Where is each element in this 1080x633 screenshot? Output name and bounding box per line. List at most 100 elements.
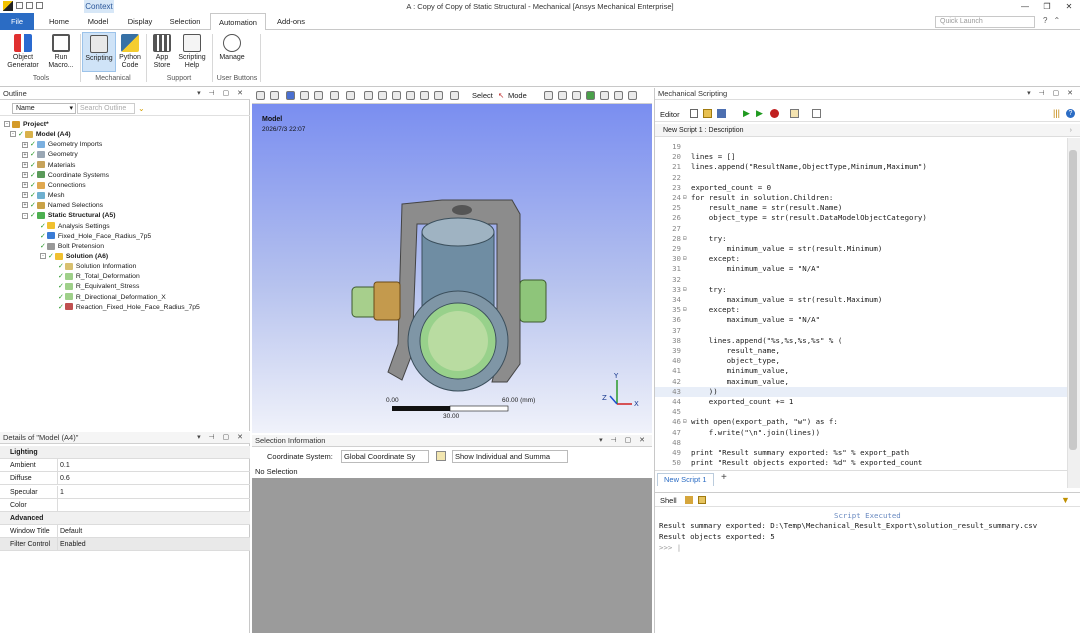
code-line[interactable]: 28 ⊟ try: — [655, 234, 1067, 244]
breakpoint-icon[interactable] — [770, 109, 779, 118]
tab-display[interactable]: Display — [120, 13, 160, 30]
code-line[interactable]: 31 minimum_value = "N/A" — [655, 264, 1067, 274]
tree-item[interactable]: ✓ R_Directional_Deformation_X — [58, 293, 166, 303]
code-line[interactable]: 29 minimum_value = str(result.Minimum) — [655, 244, 1067, 254]
quick-access-toolbar[interactable] — [16, 2, 56, 11]
outline-search-input[interactable]: Search Outline — [77, 103, 135, 114]
tab-home[interactable]: Home — [40, 13, 78, 30]
code-line[interactable]: 46 ⊟ with open(export_path, "w") as f: — [655, 417, 1067, 427]
expander-icon[interactable]: + — [22, 202, 28, 209]
details-value[interactable]: 0.6 — [60, 472, 70, 485]
tab-add-ons[interactable]: Add-ons — [270, 13, 312, 30]
clear-shell-icon[interactable] — [685, 496, 693, 504]
panel-controls[interactable]: ▾ ⊣ ▢ ✕ — [1027, 88, 1076, 100]
graphics-viewport[interactable]: Y X Z — [252, 104, 652, 433]
details-row[interactable]: Diffuse 0.6 — [0, 472, 250, 486]
pan-icon[interactable] — [378, 91, 387, 100]
tab-file[interactable]: File — [0, 13, 34, 30]
expander-icon[interactable]: - — [10, 131, 16, 138]
close-icon[interactable]: ✕ — [1058, 0, 1080, 13]
tab-new-script-1[interactable]: New Script 1 — [657, 473, 714, 486]
coordinate-system-select[interactable]: Global Coordinate Sy — [341, 450, 429, 463]
run-script-icon[interactable]: ▶ — [743, 108, 750, 119]
fold-marker-icon[interactable]: ⊟ — [683, 193, 689, 203]
edges-icon[interactable] — [314, 91, 323, 100]
tree-item[interactable]: + ✓ Mesh — [22, 191, 65, 201]
code-editor[interactable]: 19 20 lines = [] 21 lines.append("ResultName… — [655, 138, 1067, 488]
collapse-ribbon-icon[interactable]: ⌃ — [1053, 16, 1060, 25]
magnifier-icon[interactable] — [434, 91, 443, 100]
manage-button[interactable]: Manage — [216, 34, 248, 62]
tab-selection[interactable]: Selection — [163, 13, 207, 30]
code-line[interactable]: 44 exported_count += 1 — [655, 397, 1067, 407]
run-macro-button[interactable]: Run Macro... — [44, 34, 78, 70]
node-select-icon[interactable] — [600, 91, 609, 100]
record-icon[interactable] — [812, 109, 821, 118]
zoom-box-icon[interactable] — [270, 91, 279, 100]
details-value[interactable]: Enabled — [60, 538, 86, 551]
mode-label[interactable]: Mode — [508, 91, 527, 100]
code-line[interactable]: 26 object_type = str(result.DataModelObj… — [655, 213, 1067, 223]
code-line[interactable]: 47 f.write("\n".join(lines)) — [655, 428, 1067, 438]
details-category[interactable]: Lighting — [0, 446, 250, 459]
code-line[interactable]: 32 — [655, 275, 1067, 285]
details-row[interactable]: Specular 1 — [0, 485, 250, 499]
tree-item[interactable]: + ✓ Connections — [22, 181, 86, 191]
expander-icon[interactable]: + — [22, 141, 28, 148]
code-line[interactable]: 48 — [655, 438, 1067, 448]
outline-name-select[interactable]: Name ▾ — [12, 103, 76, 114]
code-line[interactable]: 39 result_name, — [655, 346, 1067, 356]
quick-launch-input[interactable]: Quick Launch — [935, 16, 1035, 28]
code-line[interactable]: 22 — [655, 173, 1067, 183]
python-code-button[interactable]: Python Code — [117, 34, 143, 70]
details-value[interactable]: 0.1 — [60, 459, 70, 472]
tab-automation[interactable]: Automation — [210, 13, 266, 31]
fold-marker-icon[interactable]: ⊟ — [683, 417, 689, 427]
wireframe-icon[interactable] — [300, 91, 309, 100]
code-line[interactable]: 27 — [655, 224, 1067, 234]
scripting-help-button[interactable]: Scripting Help — [176, 34, 208, 70]
expander-icon[interactable]: + — [22, 161, 28, 168]
code-line[interactable]: 43 )) — [655, 386, 1067, 397]
code-line[interactable]: 24 ⊟ for result in solution.Children: — [655, 193, 1067, 203]
edge-select-icon[interactable] — [558, 91, 567, 100]
tree-item[interactable]: ✓ Reaction_Fixed_Hole_Face_Radius_7p5 — [58, 303, 200, 313]
details-row[interactable]: Color — [0, 498, 250, 512]
tree-item[interactable]: ✓ Analysis Settings — [40, 222, 110, 232]
tree-item[interactable]: - ✓ Solution (A6) — [40, 252, 108, 262]
vertex-select-icon[interactable] — [544, 91, 553, 100]
script-description-bar[interactable]: New Script 1 : Description › — [655, 124, 1080, 137]
code-line[interactable]: 50 print "Result objects exported: %d" % … — [655, 458, 1067, 468]
cube-icon[interactable] — [330, 91, 339, 100]
section-icon[interactable] — [346, 91, 355, 100]
code-line[interactable]: 21 lines.append("ResultName,ObjectType,Mi… — [655, 162, 1067, 172]
zoom-fit-icon[interactable] — [256, 91, 265, 100]
element-select-icon[interactable] — [614, 91, 623, 100]
export-icon[interactable] — [436, 451, 446, 461]
window-controls[interactable]: — ❐ ✕ — [1014, 0, 1080, 13]
details-value[interactable]: Default — [60, 525, 82, 538]
tree-item[interactable]: + ✓ Geometry Imports — [22, 140, 102, 150]
panel-controls[interactable]: ▾ ⊣ ▢ ✕ — [197, 88, 246, 100]
code-line[interactable]: 42 maximum_value, — [655, 377, 1067, 387]
save-icon[interactable] — [717, 109, 726, 118]
shaded-icon[interactable] — [286, 91, 295, 100]
run-selection-icon[interactable]: ▶ — [756, 108, 763, 119]
code-line[interactable]: 34 maximum_value = str(result.Maximum) — [655, 295, 1067, 305]
tree-item[interactable]: + ✓ Coordinate Systems — [22, 171, 109, 181]
code-line[interactable]: 36 maximum_value = "N/A" — [655, 315, 1067, 325]
tree-item[interactable]: ✓ R_Equivalent_Stress — [58, 282, 139, 292]
panel-controls[interactable]: ▾ ⊣ ▢ ✕ — [599, 435, 648, 447]
extend-select-icon[interactable] — [628, 91, 637, 100]
columns-icon[interactable]: ||| — [1053, 108, 1060, 118]
shell-options-icon[interactable] — [698, 496, 706, 504]
code-line[interactable]: 40 object_type, — [655, 356, 1067, 366]
code-line[interactable]: 35 ⊟ except: — [655, 305, 1067, 315]
open-folder-icon[interactable] — [703, 109, 712, 118]
tree-item[interactable]: + ✓ Materials — [22, 161, 75, 171]
context-tab[interactable]: Context — [84, 0, 114, 13]
select-label[interactable]: Select — [472, 91, 493, 100]
expander-icon[interactable]: + — [22, 182, 28, 189]
details-row[interactable]: Filter Control Enabled — [0, 538, 250, 552]
show-mode-select[interactable]: Show Individual and Summa — [452, 450, 568, 463]
